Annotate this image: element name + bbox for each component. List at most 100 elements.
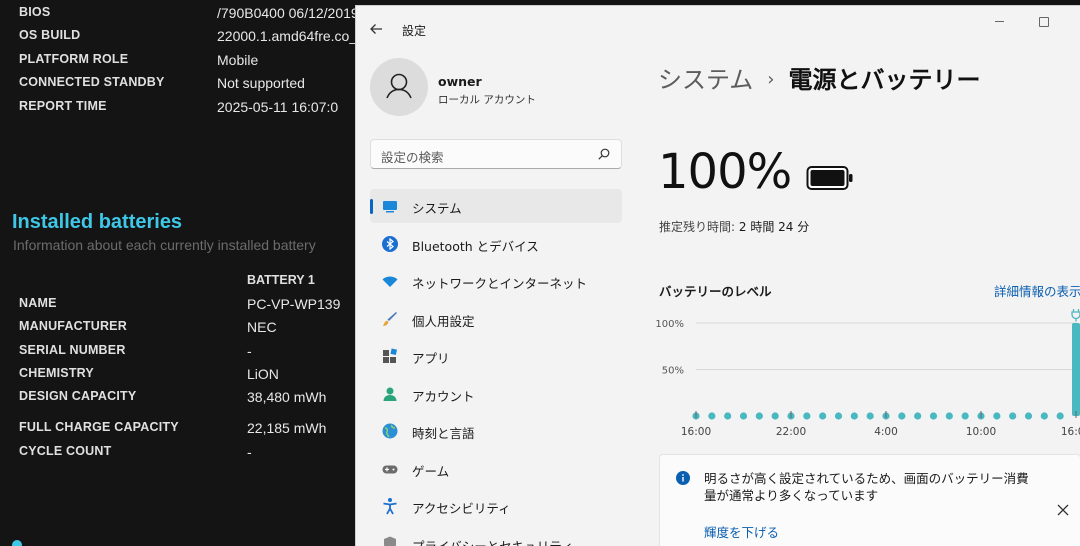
x-tick-label: 10:00 — [966, 426, 996, 438]
system-icon — [383, 201, 397, 213]
row-key: BIOS — [19, 5, 51, 19]
person-icon — [386, 73, 412, 99]
gamepad-icon — [382, 465, 398, 474]
level-dot — [993, 412, 1001, 420]
row-value: 22,185 mWh — [247, 420, 327, 436]
back-button[interactable] — [366, 18, 388, 40]
report-row-os-build: OS BUILD 22000.1.amd64fre.co_release — [0, 28, 356, 50]
back-arrow-icon — [370, 24, 382, 34]
brush-icon — [383, 312, 397, 326]
row-value: Mobile — [217, 52, 259, 68]
row-value: /790B0400 06/12/2019 — [217, 5, 356, 21]
apps-icon — [383, 348, 398, 363]
reduce-brightness-link[interactable]: 輝度を下げる — [704, 522, 779, 541]
row-value: PC-VP-WP139 — [247, 296, 341, 312]
avatar[interactable] — [370, 58, 428, 116]
sidebar-item-privacy[interactable]: プライバシーとセキュリティ — [370, 527, 622, 546]
installed-batteries-heading: Installed batteries — [12, 211, 183, 233]
battery-icon — [806, 166, 853, 190]
row-value: LiON — [247, 366, 279, 382]
y-tick-label: 50% — [662, 366, 684, 377]
x-tick-label: 16:00 — [1061, 426, 1080, 438]
row-key: CHEMISTRY — [19, 366, 94, 380]
sidebar-item-label: ゲーム — [412, 464, 450, 479]
sidebar-item-gaming[interactable]: ゲーム — [370, 452, 622, 486]
report-row-bios: BIOS /790B0400 06/12/2019 — [0, 5, 356, 27]
sidebar-item-network[interactable]: ネットワークとインターネット — [370, 264, 622, 298]
bluetooth-icon — [382, 236, 398, 252]
sidebar-item-personalization[interactable]: 個人用設定 — [370, 302, 622, 336]
level-dot — [1024, 412, 1033, 420]
sidebar-item-system[interactable]: システム — [370, 189, 622, 223]
window-title: 設定 — [402, 24, 427, 38]
level-dot — [850, 412, 858, 420]
row-value: - — [247, 444, 252, 460]
sidebar-item-accounts[interactable]: アカウント — [370, 377, 622, 411]
battery-level-chart: 100% 50% 16:00 22:00 4:00 10:00 16:00 — [656, 309, 1080, 438]
level-dot — [708, 412, 716, 420]
sidebar-item-label: 個人用設定 — [412, 314, 475, 329]
sidebar-item-label: アクセシビリティ — [412, 501, 511, 516]
x-tick-label: 16:00 — [681, 426, 711, 438]
battery-row-chemistry: CHEMISTRY LiON — [0, 366, 356, 388]
level-dot — [724, 412, 732, 420]
shield-icon — [384, 536, 396, 546]
sidebar-item-bluetooth[interactable]: Bluetooth とデバイス — [370, 227, 622, 261]
breadcrumb: システム › 電源とバッテリー — [658, 60, 980, 95]
row-key: CONNECTED STANDBY — [19, 75, 165, 89]
level-dot — [961, 412, 969, 420]
breadcrumb-parent[interactable]: システム — [658, 66, 753, 94]
row-key: FULL CHARGE CAPACITY — [19, 420, 179, 434]
time-remaining-label: 推定残り時間: — [659, 220, 736, 234]
level-dot — [834, 412, 843, 420]
account-icon — [383, 387, 397, 401]
battery-row-name: NAME PC-VP-WP139 — [0, 296, 356, 318]
sidebar-item-label: アカウント — [412, 389, 475, 404]
sidebar-item-time-language[interactable]: 時刻と言語 — [370, 414, 622, 448]
level-dot — [866, 412, 874, 420]
time-remaining: 推定残り時間: 2 時間 24 分 — [659, 218, 809, 235]
sidebar-item-label: アプリ — [412, 351, 450, 366]
maximize-button[interactable] — [1036, 14, 1052, 30]
level-dot — [1009, 412, 1017, 420]
level-dot — [739, 412, 748, 420]
breadcrumb-separator: › — [767, 69, 775, 90]
sidebar-item-label: プライバシーとセキュリティ — [412, 536, 574, 546]
y-tick-label: 100% — [656, 319, 684, 330]
row-key: OS BUILD — [19, 28, 81, 42]
battery-column-header: BATTERY 1 — [247, 273, 315, 287]
row-value: Not supported — [217, 75, 305, 91]
close-icon[interactable] — [1056, 503, 1070, 517]
row-value: 22000.1.amd64fre.co_release — [217, 28, 356, 44]
sidebar-item-accessibility[interactable]: アクセシビリティ — [370, 489, 622, 523]
plug-icon — [1071, 309, 1080, 322]
row-key: NAME — [19, 296, 57, 310]
globe-icon — [382, 423, 398, 439]
active-indicator — [370, 199, 373, 214]
row-value: 2025-05-11 16:07:0 — [217, 99, 339, 115]
user-name: owner — [438, 74, 482, 89]
level-dot — [929, 412, 938, 420]
battery-row-manufacturer: MANUFACTURER NEC — [0, 319, 356, 341]
row-value: 38,480 mWh — [247, 389, 327, 405]
sidebar-item-label: 時刻と言語 — [412, 426, 475, 441]
report-row-connected-standby: CONNECTED STANDBY Not supported — [0, 75, 356, 97]
sidebar-item-apps[interactable]: アプリ — [370, 339, 622, 373]
report-row-report-time: REPORT TIME 2025-05-11 16:07:0 — [0, 99, 356, 121]
level-dot — [1040, 412, 1048, 420]
minimize-button[interactable] — [992, 14, 1008, 30]
view-details-link[interactable]: 詳細情報の表示 — [994, 281, 1080, 300]
row-key: DESIGN CAPACITY — [19, 389, 137, 403]
search-placeholder: 設定の検索 — [381, 150, 444, 165]
battery-row-design-capacity: DESIGN CAPACITY 38,480 mWh — [0, 389, 356, 411]
level-dot — [755, 412, 763, 420]
row-value: - — [247, 343, 252, 359]
account-type: ローカル アカウント — [438, 94, 536, 106]
section-bullet — [12, 540, 22, 546]
row-key: MANUFACTURER — [19, 319, 127, 333]
row-key: SERIAL NUMBER — [19, 343, 126, 357]
battery-percentage: 100% — [658, 144, 792, 200]
search-input[interactable]: 設定の検索 — [370, 139, 622, 169]
row-value: NEC — [247, 319, 277, 335]
page-title: 電源とバッテリー — [788, 66, 981, 94]
